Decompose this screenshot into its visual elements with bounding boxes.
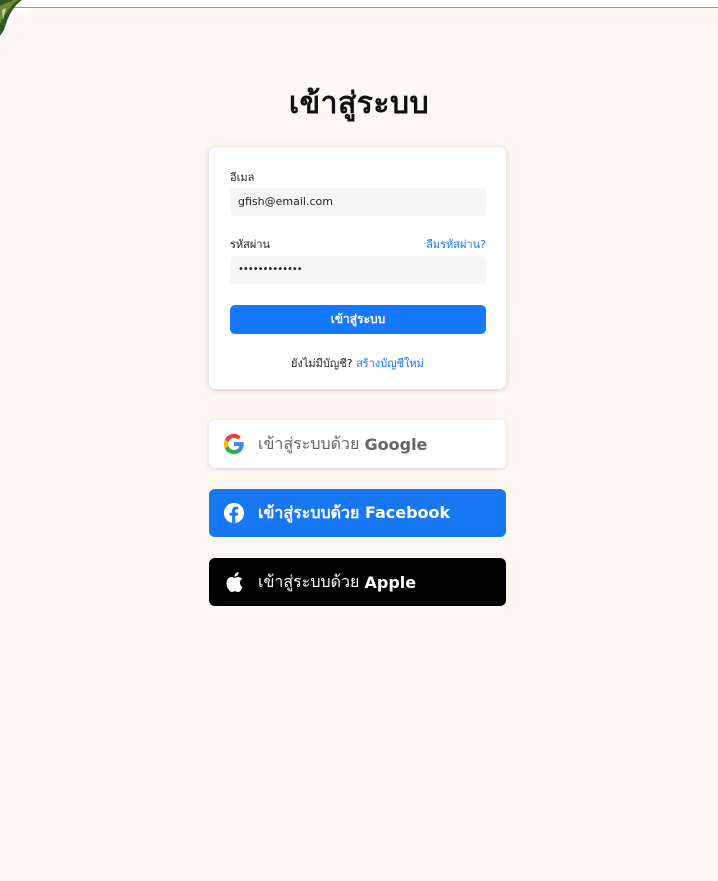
password-field[interactable]: ••••••••••••• (230, 256, 486, 284)
email-label: อีเมล (230, 171, 255, 184)
create-account-link[interactable]: สร้างบัญชีใหม่ (356, 357, 424, 370)
apple-login-prefix: เข้าสู่ระบบด้วย (258, 571, 360, 591)
apple-icon (222, 570, 246, 594)
no-account-text: ยังไม่มีบัญชี? (291, 357, 353, 370)
google-login-prefix: เข้าสู่ระบบด้วย (258, 433, 360, 453)
page-title: เข้าสู่ระบบ (288, 86, 430, 121)
google-login-name: Google (364, 434, 428, 454)
login-card: อีเมล gfish@email.com รหัสผ่าน ลืมรหัสผ่… (209, 147, 506, 389)
google-icon (222, 432, 246, 456)
password-label: รหัสผ่าน (230, 238, 271, 251)
forgot-password-link[interactable]: ลืมรหัสผ่าน? (426, 235, 486, 253)
apple-login-name: Apple (364, 572, 417, 592)
facebook-login-button[interactable]: เข้าสู่ระบบด้วย Facebook (209, 489, 506, 537)
email-field[interactable]: gfish@email.com (230, 188, 486, 216)
apple-login-button[interactable]: เข้าสู่ระบบด้วย Apple (209, 558, 506, 606)
top-border (0, 0, 718, 8)
login-button[interactable]: เข้าสู่ระบบ (230, 305, 486, 334)
facebook-icon (222, 501, 246, 525)
signup-row: ยังไม่มีบัญชี? สร้างบัญชีใหม่ (209, 354, 506, 372)
google-login-button[interactable]: เข้าสู่ระบบด้วย Google (209, 420, 506, 468)
facebook-login-label: เข้าสู่ระบบด้วย Facebook (258, 502, 451, 522)
